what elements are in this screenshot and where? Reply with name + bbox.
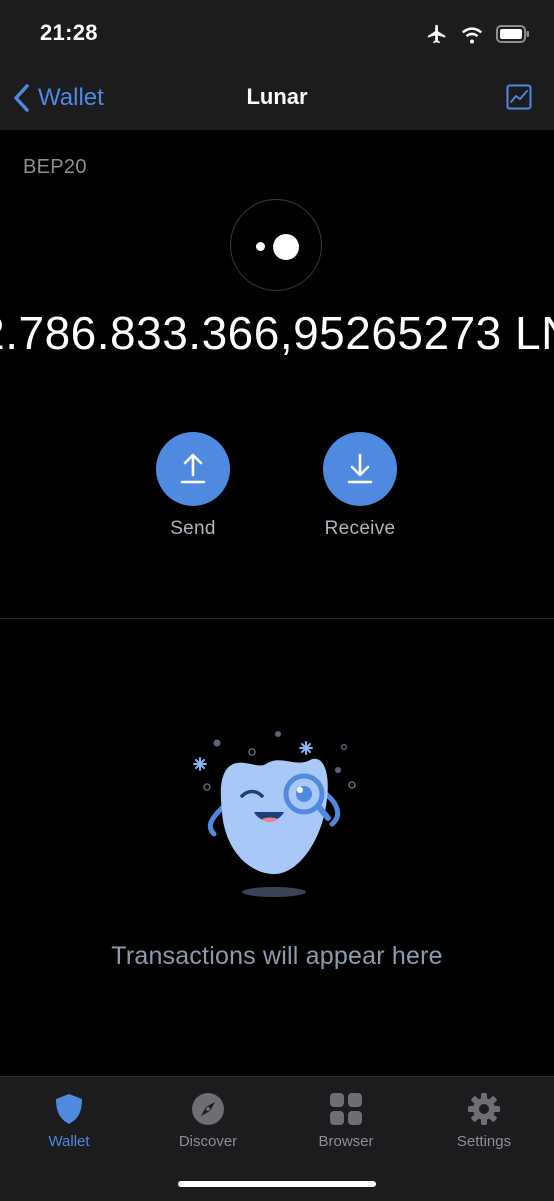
section-divider <box>0 618 554 619</box>
page-title: Lunar <box>246 84 308 109</box>
send-button[interactable]: Send <box>143 432 243 540</box>
arrow-down-icon <box>347 453 373 484</box>
empty-state-mascot-icon <box>193 731 356 897</box>
token-logo <box>230 199 322 291</box>
empty-state-message: Transactions will appear here <box>111 942 443 970</box>
receive-circle <box>323 432 397 506</box>
logo-small-dot <box>256 242 265 251</box>
nav-bar: Wallet Lunar <box>0 66 554 130</box>
chart-icon[interactable] <box>506 84 532 110</box>
tab-discover-label: Discover <box>178 1133 238 1150</box>
gear-icon <box>468 1093 500 1125</box>
tab-wallet[interactable]: Wallet <box>9 1087 129 1150</box>
receive-label: Receive <box>324 518 396 539</box>
tab-wallet-label: Wallet <box>48 1133 90 1150</box>
compass-icon <box>192 1093 224 1125</box>
status-time: 21:28 <box>40 20 98 45</box>
status-icons <box>426 22 530 46</box>
send-label: Send <box>170 518 216 539</box>
home-indicator[interactable] <box>178 1181 376 1187</box>
battery-icon <box>496 25 529 43</box>
logo-big-dot <box>273 234 299 260</box>
send-circle <box>156 432 230 506</box>
status-bar: 21:28 <box>0 0 554 66</box>
tab-settings[interactable]: Settings <box>424 1087 544 1150</box>
balance-container: 2.786.833.366,95265273 LN <box>0 306 554 366</box>
token-standard-label: BEP20 <box>23 156 87 178</box>
tab-discover[interactable]: Discover <box>148 1087 268 1150</box>
receive-button[interactable]: Receive <box>310 432 410 540</box>
grid-icon <box>330 1093 362 1125</box>
shield-icon <box>56 1094 82 1124</box>
tab-browser[interactable]: Browser <box>286 1087 406 1150</box>
tab-browser-label: Browser <box>318 1133 374 1150</box>
arrow-up-icon <box>180 453 206 484</box>
tab-settings-label: Settings <box>456 1133 512 1150</box>
token-balance: 2.786.833.366,95265273 LN <box>0 307 554 359</box>
wifi-icon <box>461 27 483 44</box>
airplane-icon <box>427 24 446 44</box>
